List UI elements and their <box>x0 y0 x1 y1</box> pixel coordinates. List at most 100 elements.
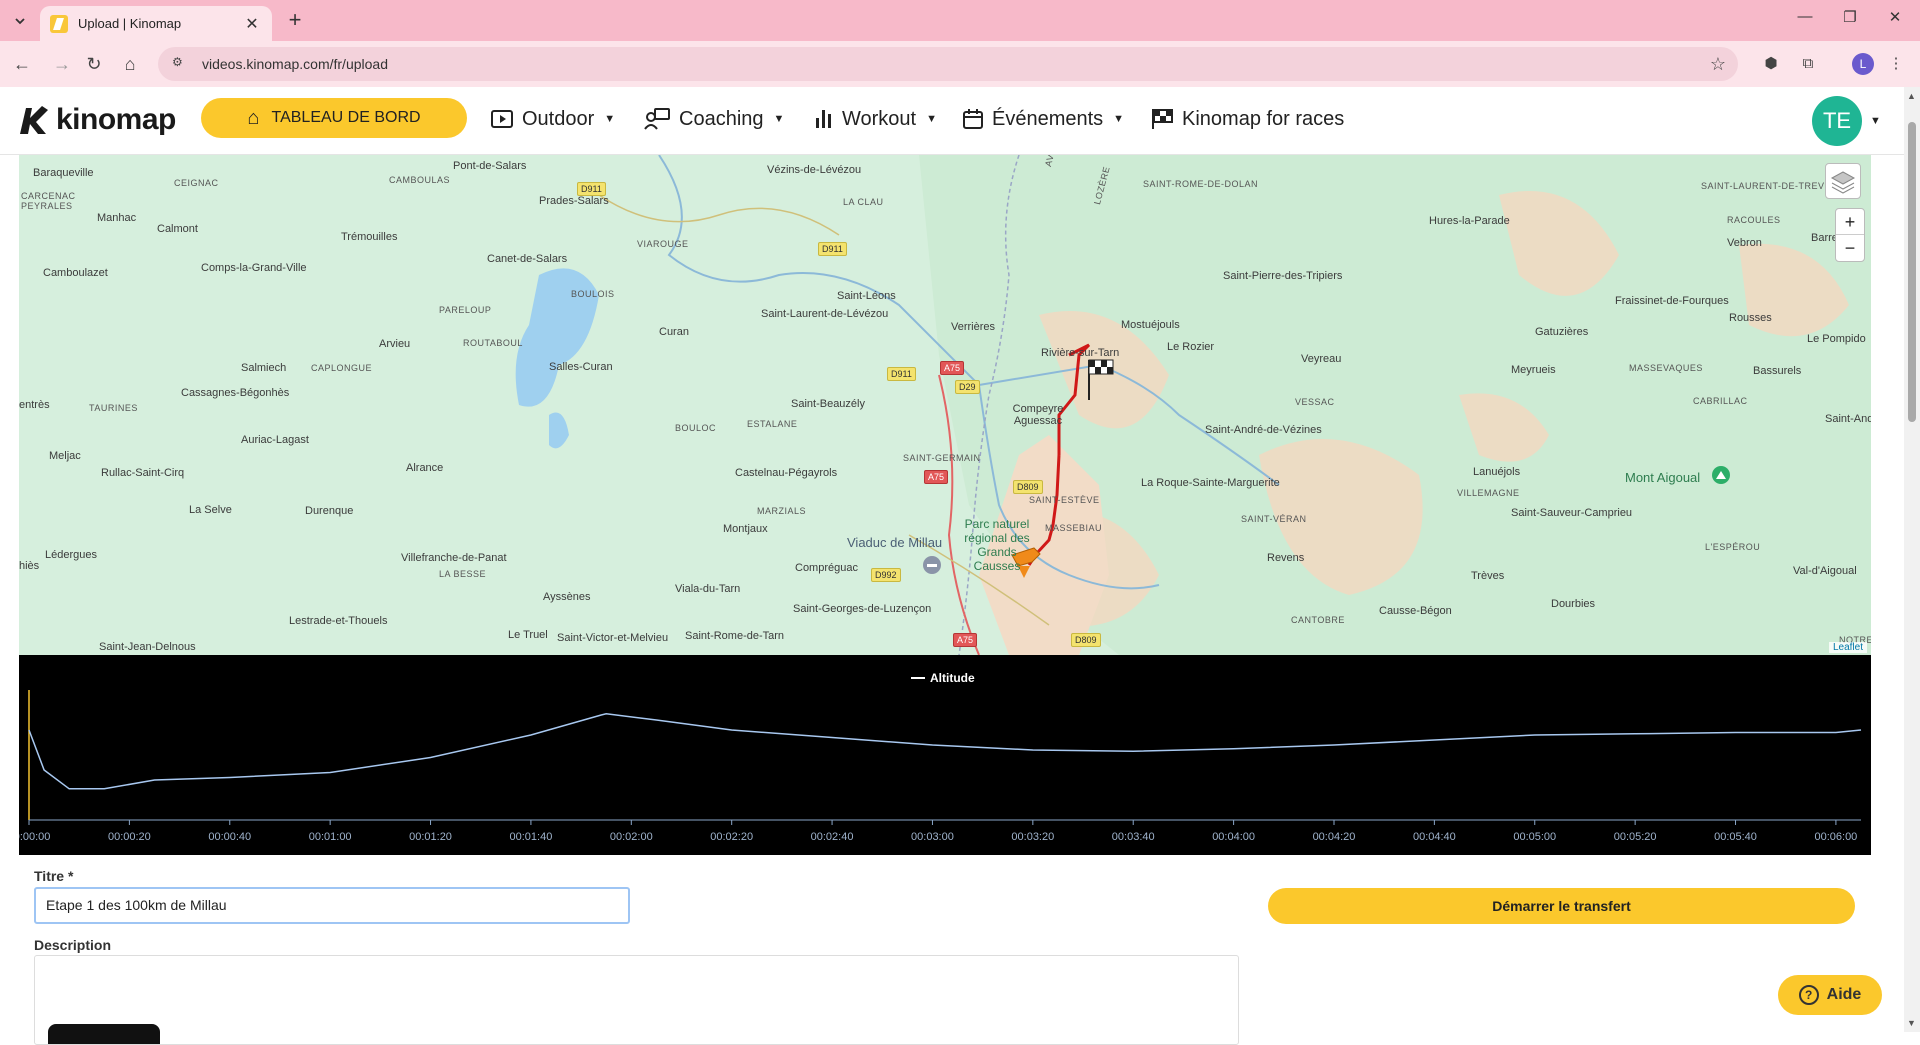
map-place-label: Ayssènes <box>543 591 591 603</box>
start-upload-button[interactable]: Démarrer le transfert <box>1268 888 1855 924</box>
x-tick-label: 00:06:00 <box>1814 831 1857 843</box>
map-place-label: CAMBOULAS <box>389 175 451 185</box>
extensions-puzzle-icon[interactable]: ⧉ <box>1797 53 1819 75</box>
x-tick-label: 00:00:20 <box>108 831 151 843</box>
browser-tabstrip: Upload | Kinomap ✕ + — ❐ ✕ <box>0 0 1920 41</box>
map-place-label: LA CLAU <box>843 197 884 207</box>
map-place-label: Val-d'Aigoual <box>1793 565 1857 577</box>
x-tick-label: 00:02:40 <box>811 831 854 843</box>
map-place-label: ESTALANE <box>747 419 798 429</box>
scroll-down-arrow-icon[interactable]: ▼ <box>1907 1018 1916 1028</box>
map-place-label: Manhac <box>97 212 137 224</box>
title-label: Titre * <box>34 868 74 884</box>
map-place-label: RACOULES <box>1727 215 1781 225</box>
map-place-label: Le Rozier <box>1167 341 1215 353</box>
leaflet-attribution-link[interactable]: Leaflet <box>1828 642 1867 653</box>
map-place-label: Arvieu <box>379 338 411 350</box>
map-place-label: Verrières <box>951 321 996 333</box>
chart-legend: Altitude <box>911 671 975 685</box>
menu-outdoor[interactable]: Outdoor ▼ <box>490 101 615 137</box>
map-place-label: Auriac-Lagast <box>241 434 309 446</box>
title-input[interactable]: Etape 1 des 100km de Millau <box>34 887 630 924</box>
road-label: A75 <box>940 361 965 375</box>
map-place-label: La Selve <box>189 504 232 516</box>
browser-tab-active[interactable]: Upload | Kinomap ✕ <box>40 6 272 41</box>
map-place-label: Vebron <box>1727 237 1762 249</box>
map-place-label: Saint-André-de-Vézines <box>1205 424 1322 436</box>
map-place-label: La Roque-Sainte-Marguerite <box>1141 477 1280 489</box>
dashboard-button[interactable]: ⌂ TABLEAU DE BORD <box>201 98 467 138</box>
forward-arrow-icon[interactable]: → <box>50 52 74 76</box>
x-tick-label: 00:00:40 <box>208 831 251 843</box>
altitude-chart-svg: Altitude 00:00:00 00:00:20 00:00:40 00:01:00… <box>8 671 1862 843</box>
avatar-chevron-down-icon[interactable]: ▼ <box>1870 115 1881 127</box>
menu-kinomap-for-races[interactable]: Kinomap for races <box>1150 101 1344 137</box>
map-place-label: Compréguac <box>795 562 858 574</box>
browser-toolbar: ← → ↻ ⌂ ⚙ videos.kinomap.com/fr/upload ☆… <box>0 41 1920 87</box>
zoom-in-button[interactable]: + <box>1836 209 1864 235</box>
x-tick-label: 00:03:40 <box>1112 831 1155 843</box>
map-place-label: Rullac-Saint-Cirq <box>101 467 185 479</box>
site-info-icon[interactable]: ⚙ <box>172 55 190 73</box>
scrollbar-thumb[interactable] <box>1908 122 1916 422</box>
map-place-label: Bassurels <box>1753 365 1802 377</box>
mountain-peak-icon <box>1712 466 1730 484</box>
site-header: kinomap ⌂ TABLEAU DE BORD Outdoor ▼ Coac… <box>0 87 1904 155</box>
extension-shield-icon[interactable]: ⬢ <box>1760 53 1782 75</box>
viaduct-poi-icon <box>923 556 941 574</box>
menu-evenements-label: Événements <box>992 107 1104 130</box>
road-label: D911 <box>818 242 847 256</box>
map-place-label: Saint-Laurent-de-Lévézou <box>761 308 889 320</box>
map-place-label: Cassagnes-Bégonhès <box>181 387 290 399</box>
browser-menu-icon[interactable]: ⋮ <box>1885 53 1907 75</box>
map-place-label: MASSEVAQUES <box>1629 363 1703 373</box>
map-place-label: Comps-la-Grand-Ville <box>201 262 307 274</box>
page-scrollbar[interactable]: ▲ ▼ <box>1904 87 1920 1032</box>
route-map[interactable]: Baraqueville CEIGNAC Pont-de-Salars CAMB… <box>19 155 1871 655</box>
new-tab-button[interactable]: + <box>282 8 308 34</box>
menu-coaching-label: Coaching <box>679 107 764 130</box>
menu-coaching[interactable]: Coaching ▼ <box>643 101 784 137</box>
map-place-label: Mostuéjouls <box>1121 319 1180 331</box>
map-place-label: SAINT-VÉRAN <box>1241 514 1307 524</box>
map-place-label: Saint-Georges-de-Luzençon <box>793 603 932 615</box>
home-icon[interactable]: ⌂ <box>118 52 142 76</box>
reload-icon[interactable]: ↻ <box>82 52 106 76</box>
address-bar[interactable]: ⚙ videos.kinomap.com/fr/upload ☆ <box>158 47 1738 81</box>
tab-list-dropdown-icon[interactable] <box>8 9 32 33</box>
map-place-label: CARCENAC PEYRALES <box>21 191 76 211</box>
map-place-label: Meljac <box>49 450 81 462</box>
map-place-label: Viaduc de Millau <box>847 535 943 550</box>
map-place-label: entrès <box>19 399 50 411</box>
house-icon: ⌂ <box>247 106 260 129</box>
x-tick-label: 00:00:00 <box>19 831 50 843</box>
minimize-icon[interactable]: — <box>1790 8 1820 32</box>
zoom-control: + − <box>1835 208 1865 262</box>
restore-icon[interactable]: ❐ <box>1835 8 1865 32</box>
bookmark-star-icon[interactable]: ☆ <box>1710 54 1726 75</box>
browser-profile-avatar[interactable]: L <box>1852 53 1874 75</box>
help-button[interactable]: ? Aide <box>1778 975 1882 1015</box>
kinomap-logo[interactable]: kinomap <box>18 103 176 137</box>
map-place-label: Rousses <box>1729 312 1772 324</box>
zoom-out-button[interactable]: − <box>1836 235 1864 261</box>
map-place-label: BOULOIS <box>571 289 615 299</box>
layers-control-icon[interactable] <box>1825 163 1861 199</box>
altitude-chart: Altitude 00:00:00 00:00:20 00:00:40 00:01:00… <box>8 655 1871 855</box>
map-place-label: Causse-Bégon <box>1379 605 1452 617</box>
menu-workout[interactable]: Workout ▼ <box>814 101 937 137</box>
user-avatar[interactable]: TE <box>1812 96 1862 146</box>
map-place-label: SAINT-GERMAIN <box>903 453 981 463</box>
window-close-icon[interactable]: ✕ <box>1880 8 1910 32</box>
coaching-icon <box>644 108 670 130</box>
map-place-label: Compeyre Aguessac <box>1012 403 1064 427</box>
menu-evenements[interactable]: Événements ▼ <box>962 101 1124 137</box>
logo-text: kinomap <box>56 103 176 136</box>
map-place-label: Le Pompido <box>1807 333 1866 345</box>
map-place-label: MASSEBIAU <box>1045 523 1103 533</box>
map-place-label: PARELOUP <box>439 305 492 315</box>
back-arrow-icon[interactable]: ← <box>10 52 34 76</box>
map-place-label: SAINT-ROME-DE-DOLAN <box>1143 179 1259 189</box>
scroll-up-arrow-icon[interactable]: ▲ <box>1907 91 1916 101</box>
tab-close-icon[interactable]: ✕ <box>242 14 262 34</box>
